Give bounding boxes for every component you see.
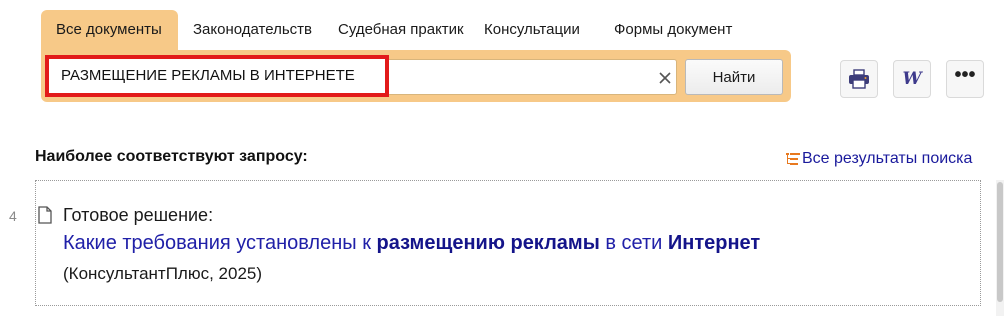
result-title-part[interactable]: Какие требования установлены к: [63, 232, 377, 254]
tab-all-documents[interactable]: Все документы: [41, 10, 178, 50]
result-title-keyword[interactable]: размещению рекламы: [377, 232, 600, 254]
result-type-label: Готовое решение:: [63, 205, 214, 225]
results-list-icon: [786, 153, 800, 165]
all-results-label[interactable]: Все результаты поиска: [802, 150, 972, 168]
document-type-tabs: Все документы Законодательств Судебная п…: [41, 10, 749, 50]
tab-legislation[interactable]: Законодательств: [178, 10, 323, 50]
search-query-text[interactable]: РАЗМЕЩЕНИЕ РЕКЛАМЫ В ИНТЕРНЕТЕ: [61, 59, 355, 93]
scrollbar-thumb[interactable]: [997, 182, 1003, 302]
search-bar: РАЗМЕЩЕНИЕ РЕКЛАМЫ В ИНТЕРНЕТЕ Найти: [41, 50, 791, 102]
results-heading: Наиболее соответствуют запросу:: [35, 148, 308, 165]
scrollbar[interactable]: [996, 180, 1004, 316]
result-source: (КонсультантПлюс, 2025): [63, 264, 263, 283]
close-icon[interactable]: [656, 69, 674, 87]
tab-document-forms[interactable]: Формы документ: [599, 10, 749, 50]
find-button[interactable]: Найти: [685, 59, 783, 95]
result-title-link[interactable]: Какие требования установлены к размещени…: [63, 232, 760, 255]
result-number: 4: [9, 208, 17, 224]
export-word-button[interactable]: W: [893, 60, 931, 98]
word-export-icon: W: [902, 69, 922, 89]
result-title-part[interactable]: в сети: [600, 232, 668, 254]
more-dots-icon: •••: [954, 64, 976, 86]
result-title-keyword[interactable]: Интернет: [668, 232, 760, 254]
tab-consultations[interactable]: Консультации: [469, 10, 599, 50]
all-results-link[interactable]: Все результаты поиска: [786, 150, 972, 168]
tab-court-practice[interactable]: Судебная практик: [323, 10, 469, 50]
printer-icon: [849, 69, 869, 89]
more-button[interactable]: •••: [946, 60, 984, 98]
print-button[interactable]: [840, 60, 878, 98]
search-query-highlight[interactable]: РАЗМЕЩЕНИЕ РЕКЛАМЫ В ИНТЕРНЕТЕ: [45, 55, 389, 97]
document-icon: [38, 206, 52, 224]
